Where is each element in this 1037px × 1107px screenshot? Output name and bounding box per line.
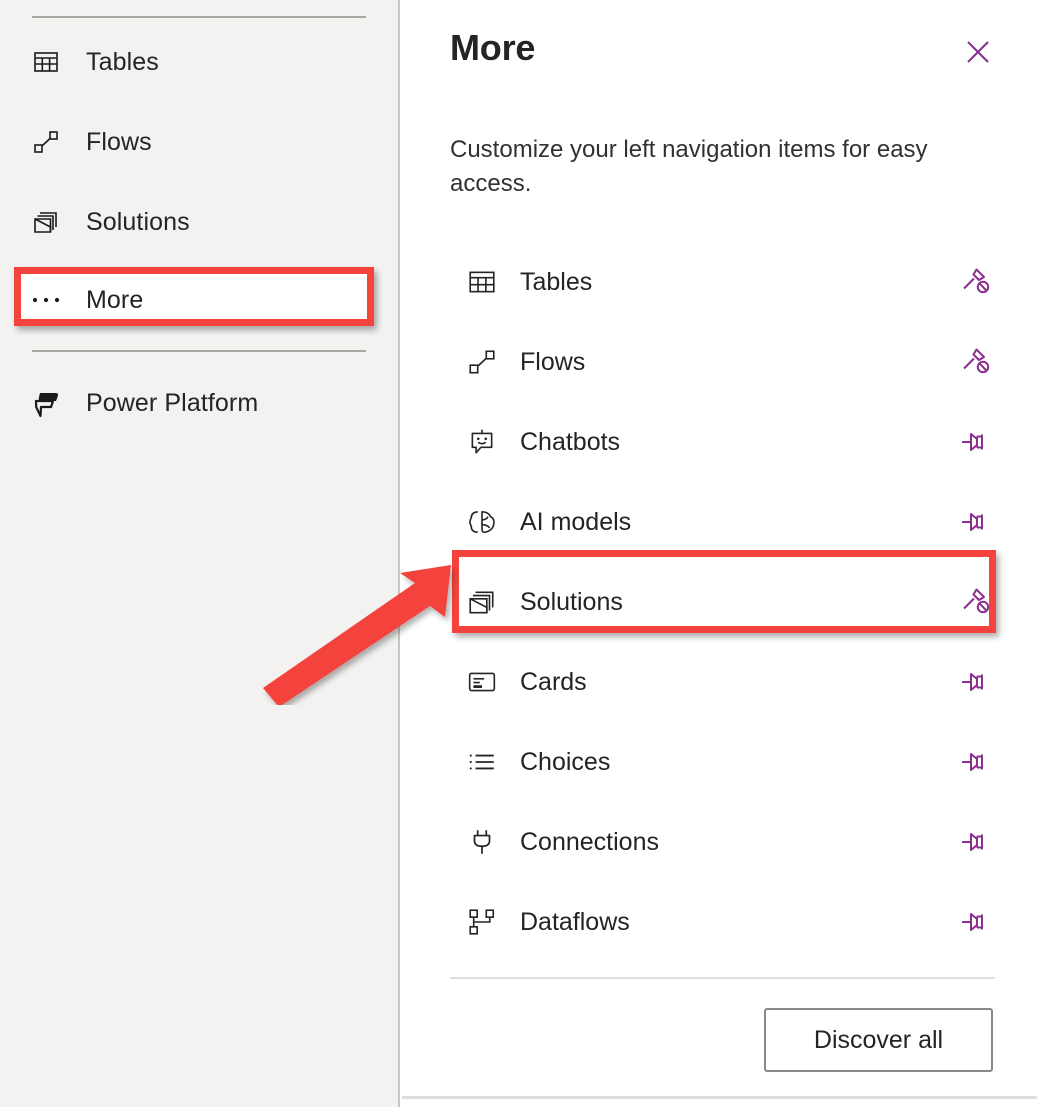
list-item-label: Solutions — [520, 587, 623, 616]
unpin-icon[interactable] — [953, 580, 997, 624]
ai-brain-icon — [464, 507, 500, 537]
list-item-label: Flows — [520, 347, 586, 376]
sidebar-item-label: More — [86, 285, 144, 314]
list-item-connections[interactable]: Connections — [402, 802, 1037, 882]
chatbot-icon — [464, 427, 500, 457]
list-item-ai-models[interactable]: AI models — [402, 482, 1037, 562]
power-platform-icon — [24, 387, 68, 419]
sidebar-item-solutions[interactable]: Solutions — [0, 193, 400, 251]
list-icon — [464, 747, 500, 777]
list-item-label: Chatbots — [520, 427, 621, 456]
list-item-dataflows[interactable]: Dataflows — [402, 882, 1037, 962]
panel-header: More — [450, 30, 998, 72]
pin-icon[interactable] — [953, 900, 997, 944]
sidebar-item-power-platform[interactable]: Power Platform — [0, 374, 400, 432]
list-item-tables[interactable]: Tables — [402, 242, 1037, 322]
navigation-items-list: Tables Flows Chatbots AI models Solution… — [402, 242, 1037, 962]
pin-icon[interactable] — [953, 420, 997, 464]
footer-divider — [450, 977, 995, 979]
pin-icon[interactable] — [953, 500, 997, 544]
list-item-label: AI models — [520, 507, 632, 536]
left-navigation-sidebar: Tables Flows Solutions Power Platform — [0, 0, 400, 1107]
sidebar-divider-top — [32, 16, 366, 18]
page-title: More — [450, 27, 536, 68]
sidebar-item-more-overlay[interactable]: More — [0, 271, 400, 329]
ellipsis-icon — [24, 295, 68, 305]
list-item-label: Dataflows — [520, 907, 630, 936]
sidebar-item-label: Power Platform — [86, 388, 259, 417]
sidebar-item-flows[interactable]: Flows — [0, 113, 400, 171]
pin-icon[interactable] — [953, 660, 997, 704]
list-item-solutions[interactable]: Solutions — [402, 562, 1037, 642]
unpin-icon[interactable] — [953, 260, 997, 304]
close-icon[interactable] — [958, 32, 998, 72]
sidebar-item-tables[interactable]: Tables — [0, 33, 400, 91]
plug-icon — [464, 827, 500, 857]
solutions-icon — [24, 208, 68, 236]
more-flyout-panel: More Customize your left navigation item… — [402, 0, 1037, 1099]
card-icon — [464, 667, 500, 697]
screenshot-root: Tables Flows Solutions Power Platform Mo… — [0, 0, 1037, 1107]
list-item-label: Tables — [520, 267, 593, 296]
list-item-label: Connections — [520, 827, 659, 856]
pin-icon[interactable] — [953, 820, 997, 864]
table-icon — [464, 267, 500, 297]
panel-subtitle: Customize your left navigation items for… — [450, 136, 928, 197]
list-item-chatbots[interactable]: Chatbots — [402, 402, 1037, 482]
sidebar-item-label: Tables — [86, 47, 159, 76]
list-item-label: Choices — [520, 747, 611, 776]
discover-all-button[interactable]: Discover all — [764, 1008, 993, 1072]
list-item-flows[interactable]: Flows — [402, 322, 1037, 402]
sidebar-item-label: Solutions — [86, 207, 190, 236]
unpin-icon[interactable] — [953, 340, 997, 384]
flow-icon — [464, 347, 500, 377]
list-item-choices[interactable]: Choices — [402, 722, 1037, 802]
table-icon — [24, 48, 68, 76]
flow-icon — [24, 128, 68, 156]
dataflow-icon — [464, 907, 500, 937]
pin-icon[interactable] — [953, 740, 997, 784]
list-item-label: Cards — [520, 667, 587, 696]
sidebar-divider-bottom — [32, 350, 366, 352]
sidebar-item-label: Flows — [86, 127, 152, 156]
list-item-cards[interactable]: Cards — [402, 642, 1037, 722]
solutions-icon — [464, 587, 500, 617]
